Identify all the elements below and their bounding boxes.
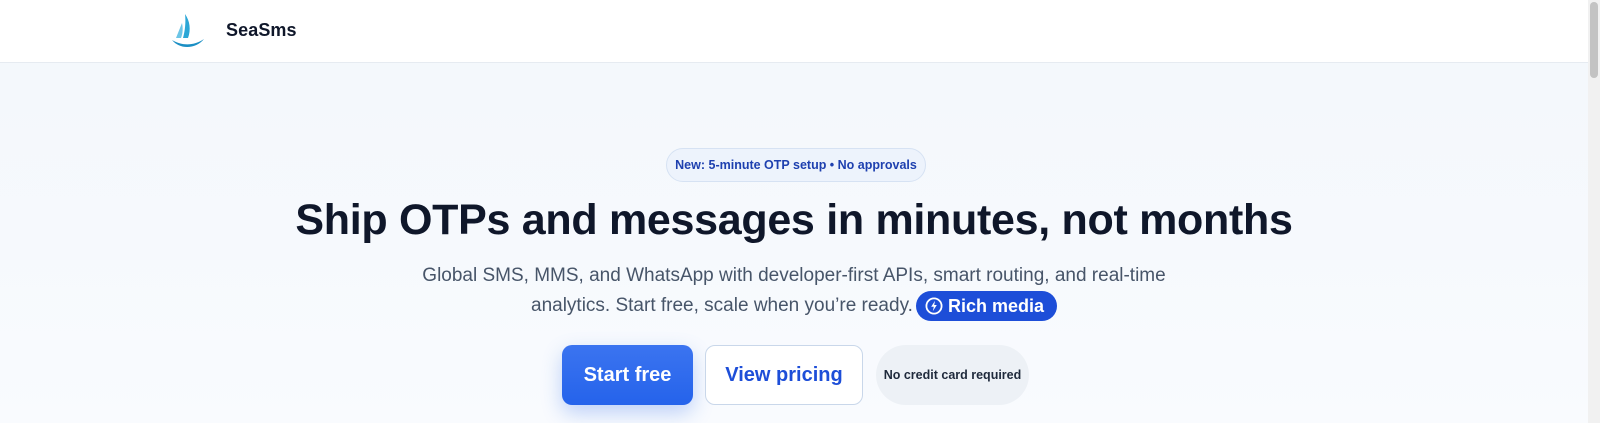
- start-free-button[interactable]: Start free: [562, 345, 693, 405]
- no-credit-card-note: No credit card required: [876, 345, 1029, 405]
- rich-media-pill[interactable]: Rich media: [915, 291, 1057, 321]
- vertical-scrollbar[interactable]: [1588, 0, 1600, 423]
- sailboat-icon[interactable]: [170, 12, 206, 50]
- hero-headline: Ship OTPs and messages in minutes, not m…: [295, 196, 1293, 244]
- top-nav-bar: SeaSms: [0, 0, 1588, 63]
- rich-media-label: Rich media: [947, 296, 1044, 316]
- hero-subtitle-line-1: Global SMS, MMS, and WhatsApp with devel…: [422, 265, 1166, 286]
- hero-subtitle: Global SMS, MMS, and WhatsApp with devel…: [0, 261, 1588, 321]
- view-pricing-button[interactable]: View pricing: [705, 345, 863, 405]
- lightning-circle-icon: [925, 297, 943, 315]
- brand-name[interactable]: SeaSms: [226, 20, 297, 41]
- hero-subtitle-line-2-text: analytics. Start free, scale when you’re…: [531, 295, 913, 316]
- announcement-badge: New: 5-minute OTP setup • No approvals: [666, 148, 926, 182]
- hero-subtitle-line-2: analytics. Start free, scale when you’re…: [531, 291, 1057, 321]
- scrollbar-thumb[interactable]: [1590, 2, 1598, 78]
